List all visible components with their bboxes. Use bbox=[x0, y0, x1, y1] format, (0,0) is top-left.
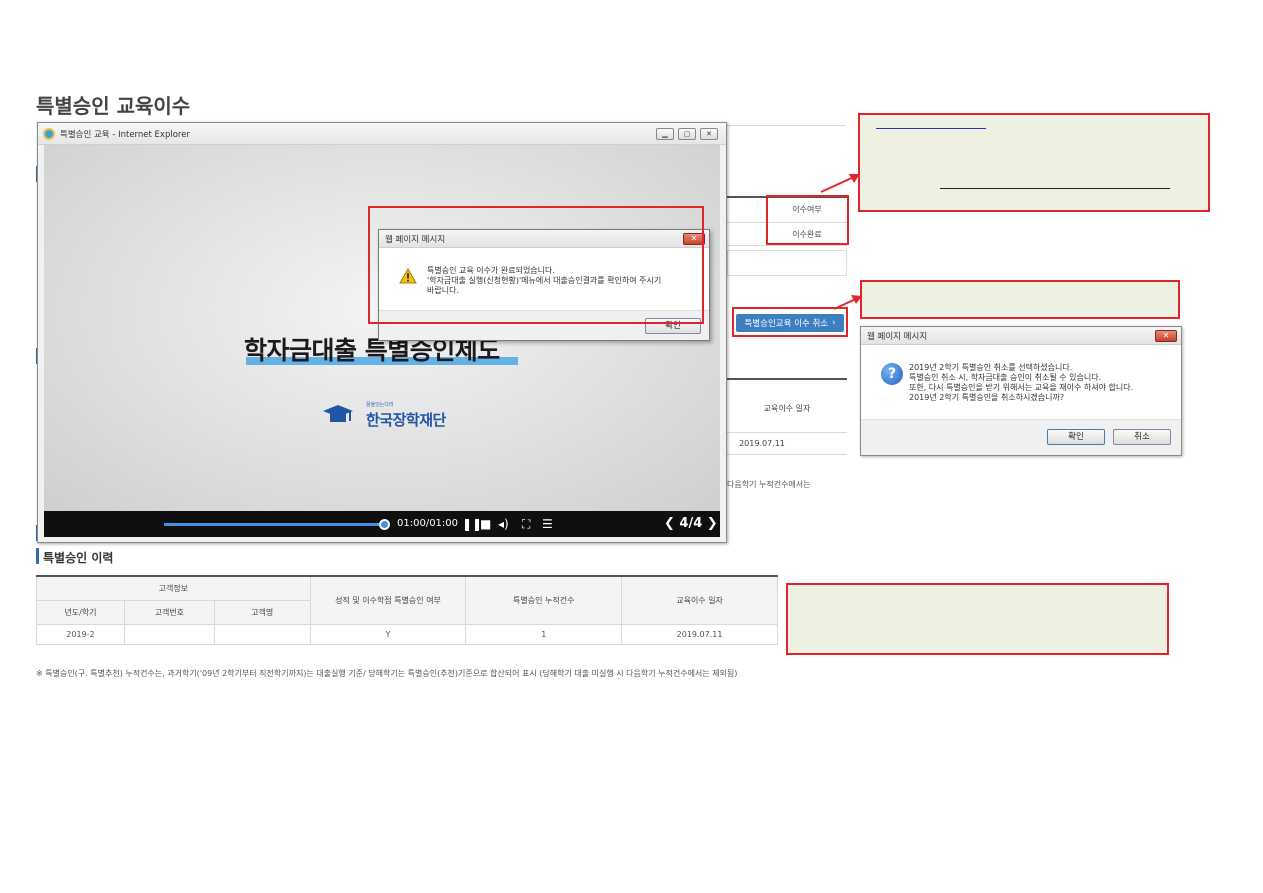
table-top-rule bbox=[727, 378, 847, 380]
video-area[interactable]: 학자금대출 특별승인제도 꿈을잇는다리 한국장학재단 웹 페이지 메시지 ✕ 특… bbox=[44, 145, 720, 511]
ie-logo-icon bbox=[43, 128, 55, 140]
stop-icon[interactable]: ■ bbox=[480, 517, 491, 531]
arrow-icon bbox=[833, 295, 862, 310]
edu-date-header: 교육이수 일자 bbox=[763, 403, 811, 413]
note-fragment: 다음학기 누적건수에서는 bbox=[727, 480, 811, 489]
column-header: 교육이수 일자 bbox=[621, 575, 778, 625]
dialog-message-line: 2019년 2학기 특별승인 취소를 선택하셨습니다. bbox=[909, 363, 1073, 372]
question-icon: ? bbox=[881, 363, 903, 385]
arrow-icon bbox=[820, 174, 860, 193]
annotation-note bbox=[858, 113, 1210, 212]
annotation-note bbox=[860, 280, 1180, 319]
history-section-title: 특별승인 이력 bbox=[43, 551, 114, 565]
cancel-button[interactable]: 취소 bbox=[1113, 429, 1171, 445]
cell-term: 2019-2 bbox=[36, 623, 125, 645]
maximize-icon[interactable]: ▢ bbox=[678, 128, 696, 140]
dialog-titlebar: 웹 페이지 메시지 ✕ bbox=[861, 327, 1181, 345]
edu-date-value: 2019.07.11 bbox=[739, 438, 785, 448]
page-counter[interactable]: ❮ 4/4 ❯ bbox=[664, 516, 718, 531]
close-icon[interactable]: ✕ bbox=[700, 128, 718, 140]
cell-customer-name bbox=[213, 623, 311, 645]
progress-knob[interactable] bbox=[379, 519, 390, 530]
section-marker bbox=[36, 548, 39, 564]
dialog-message-line: 특별승인 취소 시, 학자금대출 승인이 취소될 수 있습니다. bbox=[909, 373, 1102, 382]
window-titlebar: 특별승인 교육 - Internet Explorer ▁ ▢ ✕ bbox=[38, 123, 726, 145]
annotation-note bbox=[786, 583, 1169, 655]
close-icon[interactable]: ✕ bbox=[1155, 330, 1177, 342]
window-title: 특별승인 교육 - Internet Explorer bbox=[60, 130, 190, 140]
ie-popup-window: 특별승인 교육 - Internet Explorer ▁ ▢ ✕ 학자금대출 … bbox=[37, 122, 727, 543]
dialog-title: 웹 페이지 메시지 bbox=[867, 332, 928, 342]
page-title: 특별승인 교육이수 bbox=[36, 94, 191, 118]
column-header: 년도/학기 bbox=[36, 599, 125, 625]
history-table: 고객정보 성적 및 이수학점 특별승인 여부 특별승인 누적건수 교육이수 일자… bbox=[36, 575, 778, 645]
progress-fill bbox=[164, 523, 384, 526]
fullscreen-icon[interactable]: ⛶ bbox=[522, 517, 530, 531]
volume-icon[interactable]: ◂) bbox=[498, 517, 509, 531]
dialog-footer: 확인 취소 bbox=[861, 419, 1181, 455]
column-header: 고객명 bbox=[213, 599, 311, 625]
list-icon[interactable]: ☰ bbox=[542, 517, 553, 531]
player-controls: 01:00/01:00 ❚❚ ■ ◂) ⛶ ☰ ❮ 4/4 ❯ bbox=[44, 511, 720, 537]
column-header: 고객번호 bbox=[123, 599, 215, 625]
column-header: 성적 및 이수학점 특별승인 여부 bbox=[309, 575, 467, 625]
note-underline bbox=[876, 128, 986, 129]
cell-count: 1 bbox=[465, 623, 623, 645]
table-row-rule bbox=[727, 245, 847, 246]
minimize-icon[interactable]: ▁ bbox=[656, 128, 674, 140]
kosaf-logo: 꿈을잇는다리 한국장학재단 bbox=[322, 399, 452, 431]
column-header: 특별승인 누적건수 bbox=[465, 575, 623, 625]
table-row-rule bbox=[727, 432, 847, 433]
page-counter-text: 4/4 bbox=[679, 516, 703, 531]
cell-grade-special: Y bbox=[309, 623, 467, 645]
cancel-confirm-dialog: 웹 페이지 메시지 ✕ ? 2019년 2학기 특별승인 취소를 선택하셨습니다… bbox=[860, 326, 1182, 456]
note-underline bbox=[940, 188, 1170, 189]
graduation-cap-icon bbox=[323, 405, 353, 422]
next-page-icon[interactable]: ❯ bbox=[702, 516, 718, 531]
prev-page-icon[interactable]: ❮ bbox=[664, 516, 679, 531]
info-box bbox=[727, 250, 847, 276]
brand-slogan: 꿈을잇는다리 bbox=[366, 402, 394, 408]
history-footnote: ※ 특별승인(구. 특별추천) 누적건수는, 과거학기('09년 2학기부터 직… bbox=[36, 669, 738, 678]
highlight-frame-completion bbox=[766, 195, 849, 245]
column-group-header: 고객정보 bbox=[36, 575, 311, 601]
time-display: 01:00/01:00 bbox=[397, 518, 459, 529]
progress-bar[interactable] bbox=[164, 519, 390, 530]
dialog-message-line: 2019년 2학기 특별승인을 취소하시겠습니까? bbox=[909, 393, 1065, 402]
cell-customer-no bbox=[123, 623, 215, 645]
dialog-message-line: 또한, 다시 특별승인을 받기 위해서는 교육을 재이수 하셔야 합니다. bbox=[909, 383, 1134, 392]
table-row-rule bbox=[727, 454, 847, 455]
highlight-frame-dialog bbox=[368, 206, 704, 324]
brand-name: 한국장학재단 bbox=[366, 411, 446, 429]
ok-button[interactable]: 확인 bbox=[1047, 429, 1105, 445]
table-row: 2019-2 Y 1 2019.07.11 bbox=[36, 623, 778, 645]
highlight-frame-cancel bbox=[732, 307, 848, 337]
cell-edu-date: 2019.07.11 bbox=[621, 623, 778, 645]
